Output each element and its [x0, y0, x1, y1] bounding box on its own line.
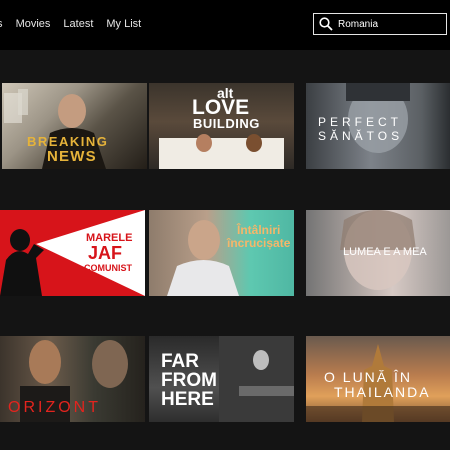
- search-input[interactable]: [338, 16, 442, 32]
- poster-title-line-2: THAILANDA: [334, 384, 431, 400]
- poster-title-line-1: LUMEA E A MEA: [343, 246, 427, 258]
- poster-title-line-2: NEWS: [47, 148, 97, 165]
- poster-title-line-1: Întâlniri: [237, 223, 281, 237]
- search-box[interactable]: [313, 13, 447, 35]
- nav-item-latest[interactable]: Latest: [63, 18, 93, 30]
- title-card-orizont[interactable]: ORIZONT: [0, 336, 145, 422]
- poster-title-line-1: ORIZONT: [8, 399, 101, 416]
- poster-title-line-1: O LUNĂ ÎN: [324, 369, 413, 385]
- nav-item-movies[interactable]: Movies: [16, 18, 51, 30]
- poster-title-line-2: încrucișate: [227, 236, 291, 250]
- poster-title-line-3: BUILDING: [193, 116, 260, 131]
- title-card-perfect-sanatos[interactable]: PERFECT SĂNĂTOS: [306, 83, 450, 169]
- poster-title-line-3: HERE: [161, 389, 214, 410]
- nav-item-tv-shows[interactable]: ows: [0, 18, 3, 30]
- title-card-intalniri-incrucisate[interactable]: Întâlniri încrucișate: [149, 210, 294, 296]
- poster-title-line-2: SĂNĂTOS: [318, 129, 404, 143]
- title-card-breaking-news[interactable]: BREAKING NEWS: [2, 83, 147, 169]
- poster-title-line-3: COMUNIST: [84, 263, 132, 273]
- poster-title-line-1: FAR: [161, 351, 199, 372]
- primary-nav: ows Movies Latest My List: [0, 18, 154, 30]
- title-card-alt-love-building[interactable]: alt LOVE BUILDING: [149, 83, 294, 169]
- poster-title-line-2: JAF: [88, 243, 123, 263]
- search-icon[interactable]: [319, 17, 333, 31]
- poster-title-line-1: PERFECT: [318, 115, 403, 129]
- top-navigation-bar: ows Movies Latest My List: [0, 0, 450, 50]
- title-card-lumea-e-a-mea[interactable]: LUMEA E A MEA: [306, 210, 450, 296]
- title-card-o-luna-in-thailanda[interactable]: O LUNĂ ÎN THAILANDA: [306, 336, 450, 422]
- title-card-marele-jaf-comunist[interactable]: MARELE JAF COMUNIST: [0, 210, 145, 296]
- poster-title-line-1: BREAKING: [27, 134, 109, 149]
- poster-title-line-2: FROM: [161, 370, 217, 391]
- poster-art: [0, 210, 145, 296]
- title-card-far-from-here[interactable]: FAR FROM HERE: [149, 336, 294, 422]
- nav-item-my-list[interactable]: My List: [106, 18, 141, 30]
